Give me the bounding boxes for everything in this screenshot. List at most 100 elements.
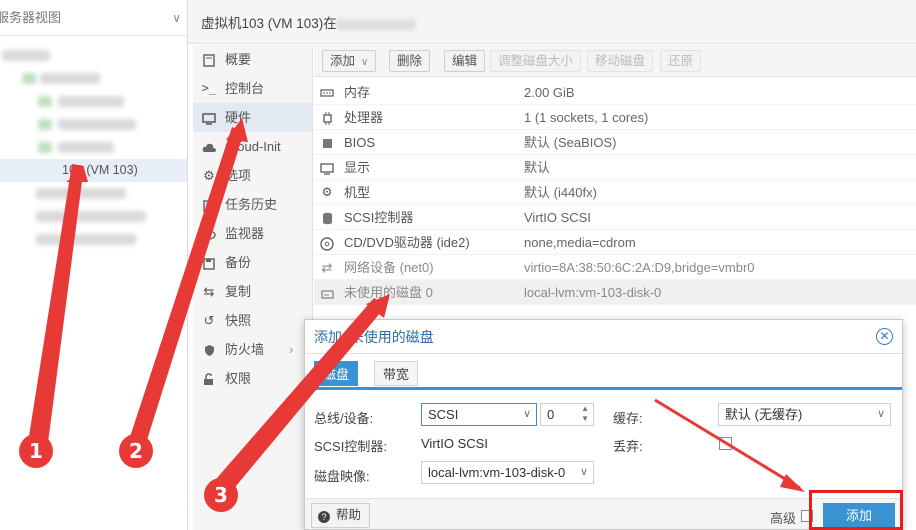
edit-label: 编辑 [452,54,478,68]
page-title: 虚拟机103 (VM 103)在 [201,16,337,31]
nav-label: 概要 [225,52,252,67]
database-icon [318,205,336,230]
nav-item-summary[interactable]: 概要 [193,45,312,74]
resize-disk-button[interactable]: 调整磁盘大小 [490,50,582,72]
nav-item-permissions[interactable]: 权限 [193,364,312,393]
table-row[interactable]: ⚙ 机型 默认 (i440fx) [314,180,916,205]
monitor-icon [201,103,217,132]
hw-name: BIOS [344,135,376,150]
dialog-header: 添加: 未使用的磁盘 ✕ [305,320,902,354]
nav-item-console[interactable]: >_ 控制台 [193,74,312,103]
nav-item-options[interactable]: ⚙ 选项 [193,161,312,190]
exchange-icon: ⇄ [321,260,333,275]
terminal-icon: >_ [201,81,217,95]
tree-node[interactable] [0,113,187,136]
discard-checkbox[interactable] [719,437,732,450]
disk-image-value: local-lvm:vm-103-disk-0 [428,465,566,480]
hw-value: none,media=cdrom [524,235,636,250]
close-icon[interactable]: ✕ [876,328,893,345]
device-number-stepper[interactable]: 0 ▲ ▼ [540,403,594,426]
nav-item-replication[interactable]: ⇆ 复制 [193,277,312,306]
resize-label: 调整磁盘大小 [498,54,574,68]
eye-icon [201,219,217,248]
hw-value: 1 (1 sockets, 1 cores) [524,110,649,125]
tree-node[interactable] [0,205,187,228]
disk-image-select[interactable]: local-lvm:vm-103-disk-0 ∨ [421,461,594,484]
cache-value: 默认 (无缓存) [725,407,803,422]
nav-label: 任务历史 [225,197,278,212]
nav-item-backup[interactable]: 备份 [193,248,312,277]
bus-value: SCSI [428,407,459,422]
tree-node[interactable] [0,136,187,159]
nav-label: 复制 [225,284,252,299]
tree-node[interactable] [0,182,187,205]
nav-item-firewall[interactable]: 防火墙 › [193,335,312,364]
tree-node[interactable] [0,228,187,251]
scsi-controller-value: VirtIO SCSI [421,436,488,451]
nav-item-snapshot[interactable]: ↺ 快照 [193,306,312,335]
cloud-icon [201,132,217,161]
tree-node[interactable] [0,67,187,90]
hw-name: CD/DVD驱动器 (ide2) [344,235,470,250]
table-row[interactable]: CD/DVD驱动器 (ide2) none,media=cdrom [314,230,916,255]
hw-name: 显示 [344,160,371,175]
shield-icon [201,335,217,364]
step-number-3: 3 [204,478,238,512]
nav-item-monitor[interactable]: 监视器 [193,219,312,248]
hw-value: 默认 (i440fx) [524,185,597,200]
help-button[interactable]: ? 帮助 [311,503,371,528]
tree-node[interactable] [0,44,187,67]
table-row[interactable]: BIOS 默认 (SeaBIOS) [314,130,916,155]
chevron-down-icon[interactable]: ∨ [172,0,181,36]
discard-label: 丢弃: [613,439,643,454]
tab-label: 带宽 [383,367,410,382]
nav-item-hardware[interactable]: 硬件 [193,103,312,132]
remove-button[interactable]: 删除 [389,50,431,72]
dialog-title: 添加: 未使用的磁盘 [314,329,434,345]
hw-name: 机型 [344,185,371,200]
tab-bandwidth[interactable]: 带宽 [374,361,419,386]
nav-label: 控制台 [225,81,265,96]
hardware-table: 内存 2.00 GiB 处理器 1 (1 sockets, 1 cores) B… [314,80,916,305]
memory-icon [318,80,336,105]
highlight-box-add-button [809,490,903,530]
tree-view-label: 服务器视图 [0,10,62,25]
unlock-icon [201,364,217,393]
tab-disk[interactable]: 磁盘 [314,361,359,386]
chevron-down-icon: ∨ [361,57,369,68]
edit-button[interactable]: 编辑 [444,50,486,72]
table-row[interactable]: 处理器 1 (1 sockets, 1 cores) [314,105,916,130]
tab-label: 磁盘 [323,367,350,382]
table-row[interactable]: SCSI控制器 VirtIO SCSI [314,205,916,230]
hw-name: 网络设备 (net0) [344,260,434,275]
add-label: 添加 [330,54,356,68]
hw-name: SCSI控制器 [344,210,414,225]
cache-label: 缓存: [613,411,643,426]
remove-label: 删除 [397,54,423,68]
nav-label: 硬件 [225,110,252,125]
bus-select[interactable]: SCSI ∨ [421,403,537,426]
hdd-icon [318,280,336,305]
tree-node[interactable] [0,90,187,113]
move-disk-button[interactable]: 移动磁盘 [587,50,654,72]
nav-item-cloud-init[interactable]: Cloud-Init [193,132,312,161]
table-row[interactable]: 内存 2.00 GiB [314,80,916,105]
table-row[interactable]: 显示 默认 [314,155,916,180]
table-row-selected[interactable]: 未使用的磁盘 0 local-lvm:vm-103-disk-0 [314,280,916,305]
cache-select[interactable]: 默认 (无缓存) ∨ [718,403,891,426]
disc-icon [318,230,336,255]
nav-label: 监视器 [225,226,265,241]
tree-view-selector[interactable]: 服务器视图 ∨ [0,0,187,36]
revert-button[interactable]: 还原 [660,50,702,72]
table-row[interactable]: ⇄ 网络设备 (net0) virtio=8A:38:50:6C:2A:D9,b… [314,255,916,280]
nav-item-task-history[interactable]: 任务历史 [193,190,312,219]
spinner-arrows-icon[interactable]: ▲ ▼ [581,404,589,424]
chevron-down-icon: ∨ [522,408,531,420]
tree-node-vm-103[interactable]: 103 (VM 103) [0,159,187,182]
add-hardware-button[interactable]: 添加 ∨ [322,50,377,72]
move-label: 移动磁盘 [595,54,646,68]
nav-label: 选项 [225,168,252,183]
hw-name: 处理器 [344,110,384,125]
history-icon: ↺ [203,313,215,328]
chevron-right-icon[interactable]: › [289,335,293,364]
